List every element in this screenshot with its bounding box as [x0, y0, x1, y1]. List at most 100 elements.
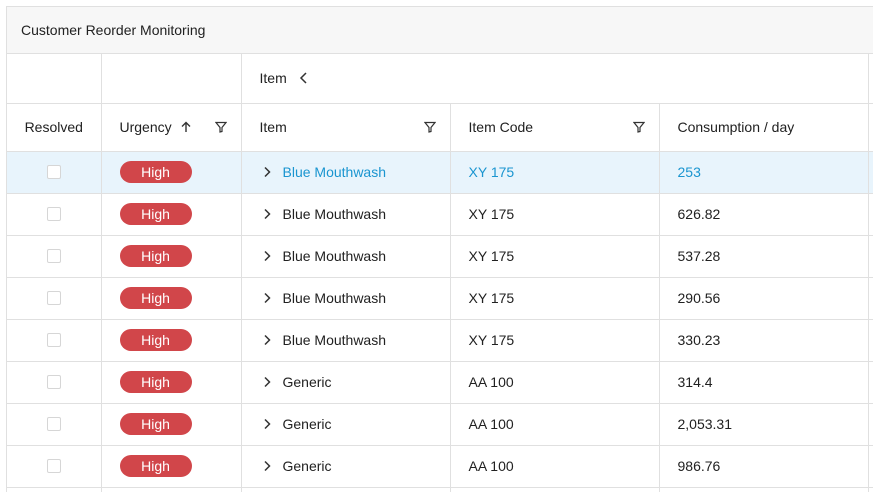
cell-empty	[868, 445, 873, 488]
cell-item: Blue Mouthwash	[241, 235, 451, 278]
item-name: Blue Mouthwash	[282, 290, 387, 306]
table-row[interactable]: High Blue Mouthwash XY 175 626.82	[7, 193, 873, 236]
item-name: Blue Mouthwash	[282, 248, 387, 264]
cell-urgency: High	[101, 361, 242, 404]
cell-urgency: High	[101, 445, 242, 488]
cell-empty	[868, 361, 873, 404]
cell-resolved	[7, 235, 102, 278]
urgency-badge: High	[119, 329, 192, 351]
column-header-item[interactable]: Item	[241, 103, 451, 152]
resolved-checkbox[interactable]	[46, 417, 61, 431]
item-name: Generic	[282, 416, 332, 432]
urgency-badge: High	[119, 455, 192, 477]
cell-item-code: XY 175	[450, 151, 660, 194]
column-header-consumption[interactable]: Consumption / day	[659, 103, 869, 152]
data-grid: Item Resolved Urgency Item Item Code Con…	[7, 54, 873, 492]
chevron-right-icon[interactable]	[263, 208, 271, 220]
item-code: AA 100	[468, 458, 514, 474]
table-row[interactable]: High Blue Mouthwash XY 175 253	[7, 151, 873, 194]
chevron-left-icon[interactable]	[299, 72, 309, 84]
cell-item-code: XY 175	[450, 277, 660, 320]
resolved-checkbox[interactable]	[46, 459, 61, 473]
resolved-checkbox[interactable]	[46, 291, 61, 305]
item-name: Generic	[282, 374, 332, 390]
item-name: Blue Mouthwash	[282, 332, 387, 348]
item-code: XY 175	[468, 206, 515, 222]
column-header-row: Resolved Urgency Item Item Code Consumpt…	[7, 103, 873, 152]
consumption-value: 314.4	[677, 374, 713, 390]
column-header-resolved[interactable]: Resolved	[7, 103, 102, 152]
chevron-right-icon[interactable]	[263, 376, 271, 388]
urgency-badge: High	[119, 371, 192, 393]
filter-icon[interactable]	[214, 121, 227, 133]
sort-ascending-icon[interactable]	[180, 121, 192, 133]
table-row[interactable]: High Blue Mouthwash XY 175 537.28	[7, 235, 873, 278]
cell-urgency: High	[101, 235, 242, 278]
cell-item-code: XY 175	[450, 235, 660, 278]
item-name: Generic	[282, 458, 332, 474]
cell-resolved	[7, 445, 102, 488]
grid-title: Customer Reorder Monitoring	[7, 7, 873, 54]
cell-consumption: 986.76	[659, 445, 869, 488]
chevron-right-icon[interactable]	[263, 460, 271, 472]
consumption-value: 2,053.31	[677, 416, 733, 432]
consumption-value: 330.23	[677, 332, 721, 348]
consumption-value: 986.76	[677, 458, 721, 474]
urgency-badge: High	[119, 245, 192, 267]
cell-consumption: 314.4	[659, 361, 869, 404]
cell-urgency: High	[101, 193, 242, 236]
table-row[interactable]: High Blue Mouthwash XY 175 290.56	[7, 277, 873, 320]
consumption-value: 253	[677, 164, 701, 180]
resolved-checkbox[interactable]	[46, 207, 61, 221]
chevron-right-icon[interactable]	[263, 166, 271, 178]
resolved-checkbox[interactable]	[46, 375, 61, 389]
resolved-checkbox[interactable]	[46, 333, 61, 347]
grid-body: High Blue Mouthwash XY 175 253 High Blue Mout…	[7, 151, 873, 492]
cell-item-code: AA 100	[450, 361, 660, 404]
item-code: XY 175	[468, 332, 515, 348]
item-code: XY 175	[468, 248, 515, 264]
cell-item: Generic	[241, 445, 451, 488]
cell-resolved	[7, 319, 102, 362]
cell-urgency: High	[101, 277, 242, 320]
item-code: AA 100	[468, 374, 514, 390]
column-header-urgency[interactable]: Urgency	[101, 103, 242, 152]
chevron-right-icon[interactable]	[263, 418, 271, 430]
group-header-empty	[868, 54, 873, 104]
chevron-right-icon[interactable]	[263, 334, 271, 346]
cell-item: Blue Mouthwash	[241, 319, 451, 362]
cell-consumption: 626.82	[659, 193, 869, 236]
cell-resolved	[7, 151, 102, 194]
filter-icon[interactable]	[423, 121, 436, 133]
cell-item: Blue Mouthwash	[241, 193, 451, 236]
table-row[interactable]: High Generic AA 100 986.76	[7, 445, 873, 488]
cell-resolved	[7, 403, 102, 446]
cell-empty	[868, 403, 873, 446]
chevron-right-icon[interactable]	[263, 292, 271, 304]
item-code: AA 100	[468, 416, 514, 432]
item-code: XY 175	[468, 164, 515, 180]
group-header-item: Item	[241, 54, 869, 104]
table-row[interactable]: High Blue Mouthwash XY 175 330.23	[7, 319, 873, 362]
chevron-right-icon[interactable]	[263, 250, 271, 262]
filter-icon[interactable]	[632, 121, 645, 133]
cell-item-code: AA 100	[450, 403, 660, 446]
table-row[interactable]: High Generic AA 100 2,053.31	[7, 403, 873, 446]
column-header-item-code[interactable]: Item Code	[450, 103, 660, 152]
urgency-badge: High	[119, 203, 192, 225]
resolved-checkbox[interactable]	[46, 165, 61, 179]
group-header-empty	[7, 54, 102, 104]
resolved-checkbox[interactable]	[46, 249, 61, 263]
cell-urgency: High	[101, 151, 242, 194]
cell-item: Generic	[241, 361, 451, 404]
cell-resolved	[7, 361, 102, 404]
cell-resolved	[7, 193, 102, 236]
grid-frame: Customer Reorder Monitoring Item Resolve…	[6, 6, 873, 492]
item-code: XY 175	[468, 290, 515, 306]
cell-empty	[868, 277, 873, 320]
urgency-badge: High	[119, 413, 192, 435]
cell-empty	[868, 151, 873, 194]
table-row[interactable]: High Generic AA 100 314.4	[7, 361, 873, 404]
cell-empty	[868, 319, 873, 362]
urgency-badge: High	[119, 287, 192, 309]
